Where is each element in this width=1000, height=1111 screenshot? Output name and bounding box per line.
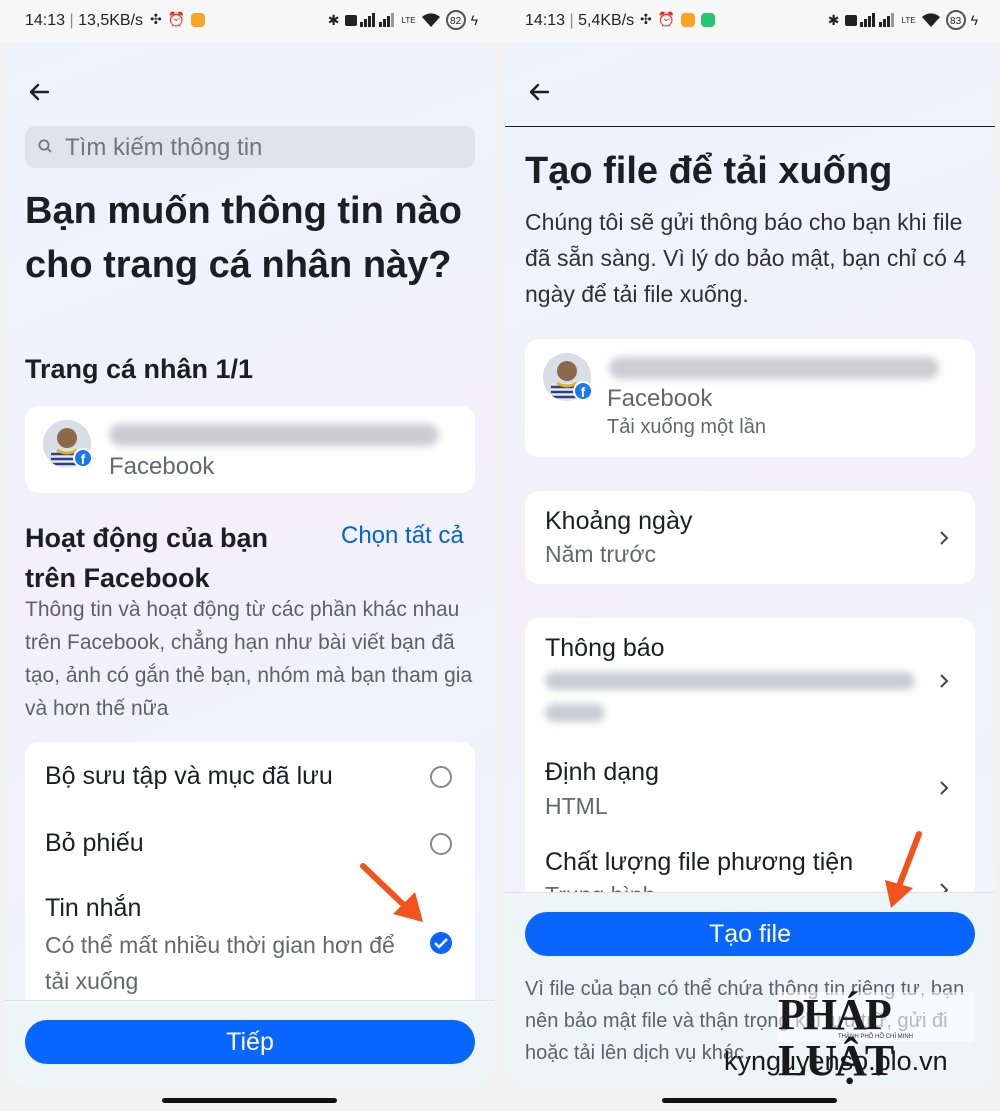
app-notification-icon: [681, 12, 696, 27]
radio-polls[interactable]: [430, 833, 452, 855]
blurred-profile-name: [609, 357, 939, 379]
create-file-button[interactable]: Tạo file: [525, 912, 975, 956]
search-placeholder: Tìm kiếm thông tin: [65, 134, 263, 161]
signal-icon: [844, 13, 894, 27]
blurred-profile-name: [109, 424, 439, 446]
status-bar: 14:13 | 13,5KB/s ✣ ⏰ ✱ LTE 82 ϟ: [0, 0, 500, 42]
gesture-nav-bar[interactable]: [162, 1098, 337, 1103]
notification-label: Thông báo: [545, 634, 665, 662]
status-icons-left: ✣ ⏰: [640, 11, 716, 28]
profile-platform: Facebook: [109, 453, 215, 480]
alarm-icon: ⏰: [657, 11, 676, 27]
profile-card[interactable]: f Facebook: [25, 406, 475, 493]
date-range-row[interactable]: Khoảng ngày Năm trước: [525, 491, 975, 584]
right-screen: 14:13 | 5,4KB/s ✣ ⏰ ✱ LTE 83 ϟ Tạo file …: [500, 0, 1000, 1111]
left-screen: 14:13 | 13,5KB/s ✣ ⏰ ✱ LTE 82 ϟ Tìm kiếm…: [0, 0, 500, 1111]
radio-collections[interactable]: [430, 766, 452, 788]
format-value: HTML: [545, 793, 608, 819]
select-all-link[interactable]: Chọn tất cả: [341, 522, 464, 550]
option-label[interactable]: Tin nhắn: [45, 894, 141, 923]
bottom-action-bar: Tiếp: [5, 1000, 495, 1087]
date-range-value: Năm trước: [545, 541, 656, 567]
page-description: Chúng tôi sẽ gửi thông báo cho bạn khi f…: [525, 209, 967, 307]
status-icons-left: ✣ ⏰: [150, 11, 206, 28]
notification-row[interactable]: Thông báo: [525, 618, 975, 728]
profile-count-heading: Trang cá nhân 1/1: [25, 354, 254, 384]
next-button[interactable]: Tiếp: [25, 1020, 475, 1064]
content-sheet: Tìm kiếm thông tin Bạn muốn thông tin nà…: [5, 42, 495, 1087]
date-range-label: Khoảng ngày: [545, 507, 693, 535]
wifi-icon: [421, 13, 440, 27]
option-label[interactable]: Bỏ phiếu: [45, 829, 144, 858]
wifi-icon: [921, 13, 940, 27]
status-icons-right: ✱ LTE 83 ϟ: [828, 10, 978, 30]
status-icons-right: ✱ LTE 82 ϟ: [328, 10, 478, 30]
facebook-badge-icon: f: [573, 381, 593, 401]
app-notification-icon: [191, 12, 206, 27]
bluetooth-icon: ✱: [827, 11, 840, 28]
watermark-site: kynguyenso.plo.vn: [724, 1046, 948, 1076]
app-notification-icon: [701, 12, 716, 27]
page-title: Tạo file để tải xuống: [525, 150, 893, 192]
lte-label: LTE: [901, 15, 916, 25]
blurred-email: [545, 704, 605, 722]
profile-card[interactable]: f Facebook Tải xuống một lần: [525, 339, 975, 457]
media-quality-label: Chất lượng file phương tiện: [545, 848, 854, 876]
fan-icon: ✣: [150, 11, 162, 27]
chevron-right-icon: [940, 674, 949, 688]
back-arrow-icon[interactable]: [527, 80, 551, 104]
chevron-right-icon: [940, 531, 949, 545]
check-icon: [434, 938, 448, 949]
radio-messages-checked[interactable]: [430, 932, 452, 954]
facebook-badge-icon: f: [73, 448, 93, 468]
search-input[interactable]: Tìm kiếm thông tin: [25, 126, 475, 168]
charging-icon: ϟ: [970, 12, 978, 28]
clock-text: 14:13: [25, 12, 66, 29]
chevron-right-icon: [940, 781, 949, 795]
header-divider: [505, 126, 995, 127]
profile-download-type: Tải xuống một lần: [607, 416, 766, 438]
status-time: 14:13 | 13,5KB/s: [25, 12, 144, 29]
alarm-icon: ⏰: [167, 11, 186, 27]
profile-platform: Facebook: [607, 385, 713, 412]
option-sublabel: Có thể mất nhiều thời gian hơn để tải xu…: [45, 932, 395, 994]
watermark-logo-subtext: THÀNH PHỐ HỒ CHÍ MINH: [838, 1034, 913, 1040]
charging-icon: ϟ: [470, 12, 478, 28]
battery-icon: 82: [445, 10, 466, 30]
activity-description: Thông tin và hoạt động từ các phần khác …: [25, 598, 473, 720]
status-bar: 14:13 | 5,4KB/s ✣ ⏰ ✱ LTE 83 ϟ: [500, 0, 1000, 42]
option-label[interactable]: Bộ sưu tập và mục đã lưu: [45, 762, 333, 791]
gesture-nav-bar[interactable]: [662, 1098, 837, 1103]
lte-label: LTE: [401, 15, 416, 25]
battery-icon: 83: [945, 10, 966, 30]
blurred-email: [545, 672, 915, 690]
watermark-logo: PHÁP LUẬT THÀNH PHỐ HỒ CHÍ MINH: [778, 992, 974, 1084]
orange-arrow-annotation: [360, 863, 423, 922]
format-row[interactable]: Định dạng HTML: [525, 748, 975, 828]
fan-icon: ✣: [640, 11, 652, 27]
page-title: Bạn muốn thông tin nào cho trang cá nhân…: [25, 190, 462, 286]
clock-text: 14:13: [525, 12, 566, 29]
activity-heading: Hoạt động của bạn trên Facebook: [25, 523, 268, 593]
orange-arrow-annotation: [885, 831, 922, 908]
signal-icon: [344, 13, 394, 27]
network-speed: 5,4KB/s: [578, 12, 635, 29]
bluetooth-icon: ✱: [327, 11, 340, 28]
status-time: 14:13 | 5,4KB/s: [525, 12, 635, 29]
format-label: Định dạng: [545, 758, 659, 786]
back-arrow-icon[interactable]: [27, 80, 51, 104]
search-icon: [38, 139, 52, 153]
network-speed: 13,5KB/s: [78, 12, 144, 29]
content-sheet: Tạo file để tải xuống Chúng tôi sẽ gửi t…: [505, 42, 995, 1087]
